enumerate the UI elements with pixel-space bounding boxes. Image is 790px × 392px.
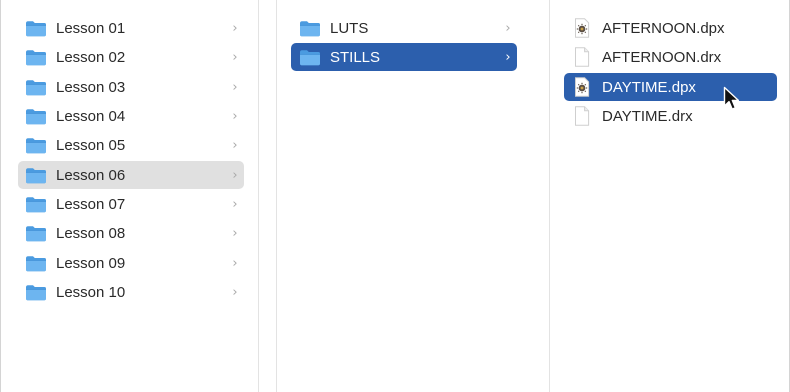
list-item-lesson-04[interactable]: Lesson 04 › [18, 102, 244, 130]
item-label: LUTS [330, 19, 369, 37]
chevron-right-icon: › [232, 79, 238, 95]
dpx-image-icon [574, 18, 590, 38]
item-label: Lesson 10 [56, 283, 126, 301]
list-item-lesson-08[interactable]: Lesson 08 › [18, 219, 244, 247]
column-browser: Lesson 01 › Lesson 02 › Lesson 03 › Less… [0, 0, 790, 392]
folder-icon [25, 79, 47, 96]
chevron-right-icon: › [232, 167, 238, 183]
dpx-image-icon [574, 77, 590, 97]
list-item-lesson-02[interactable]: Lesson 02 › [18, 43, 244, 71]
folder-icon [299, 49, 321, 66]
list-item-lesson-05[interactable]: Lesson 05 › [18, 131, 244, 159]
item-label: DAYTIME.drx [602, 107, 693, 125]
item-label: Lesson 01 [56, 19, 126, 37]
folder-icon [25, 49, 47, 66]
list-item-lesson-03[interactable]: Lesson 03 › [18, 73, 244, 101]
column-resize-gutter[interactable] [259, 0, 277, 392]
folder-icon [25, 225, 47, 242]
folder-icon [25, 255, 47, 272]
lessons-column: Lesson 01 › Lesson 02 › Lesson 03 › Less… [1, 0, 259, 392]
lesson-contents-column: LUTS › STILLS › [277, 0, 550, 392]
chevron-right-icon: › [232, 49, 238, 65]
list-item-daytime-dpx[interactable]: DAYTIME.dpx [564, 73, 777, 101]
item-label: Lesson 09 [56, 254, 126, 272]
folder-icon [25, 167, 47, 184]
folder-icon [25, 196, 47, 213]
list-item-lesson-06[interactable]: Lesson 06 › [18, 161, 244, 189]
list-item-lesson-10[interactable]: Lesson 10 › [18, 278, 244, 306]
list-item-afternoon-drx[interactable]: AFTERNOON.drx [564, 43, 777, 71]
list-item-lesson-07[interactable]: Lesson 07 › [18, 190, 244, 218]
list-item-lesson-01[interactable]: Lesson 01 › [18, 14, 244, 42]
item-label: Lesson 02 [56, 48, 126, 66]
item-label: Lesson 07 [56, 195, 126, 213]
list-item-luts[interactable]: LUTS › [291, 14, 517, 42]
folder-icon [25, 20, 47, 37]
chevron-right-icon: › [232, 108, 238, 124]
item-label: Lesson 03 [56, 78, 126, 96]
chevron-right-icon: › [505, 49, 511, 65]
folder-icon [25, 137, 47, 154]
item-label: Lesson 05 [56, 136, 126, 154]
list-item-stills[interactable]: STILLS › [291, 43, 517, 71]
item-label: Lesson 08 [56, 224, 126, 242]
chevron-right-icon: › [232, 196, 238, 212]
folder-icon [25, 108, 47, 125]
item-label: AFTERNOON.dpx [602, 19, 725, 37]
list-item-lesson-09[interactable]: Lesson 09 › [18, 249, 244, 277]
chevron-right-icon: › [232, 255, 238, 271]
chevron-right-icon: › [232, 225, 238, 241]
item-label: STILLS [330, 48, 381, 66]
list-item-afternoon-dpx[interactable]: AFTERNOON.dpx [564, 14, 777, 42]
folder-icon [25, 284, 47, 301]
item-label: Lesson 06 [56, 166, 126, 184]
folder-icon [299, 20, 321, 37]
stills-contents-column: AFTERNOON.dpx AFTERNOON.drx DAYTIME.dpx … [550, 0, 789, 392]
blank-document-icon [574, 47, 590, 67]
blank-document-icon [574, 106, 590, 126]
item-label: Lesson 04 [56, 107, 126, 125]
chevron-right-icon: › [232, 284, 238, 300]
chevron-right-icon: › [232, 20, 238, 36]
chevron-right-icon: › [505, 20, 511, 36]
list-item-daytime-drx[interactable]: DAYTIME.drx [564, 102, 777, 130]
item-label: AFTERNOON.drx [602, 48, 722, 66]
item-label: DAYTIME.dpx [602, 78, 696, 96]
chevron-right-icon: › [232, 137, 238, 153]
